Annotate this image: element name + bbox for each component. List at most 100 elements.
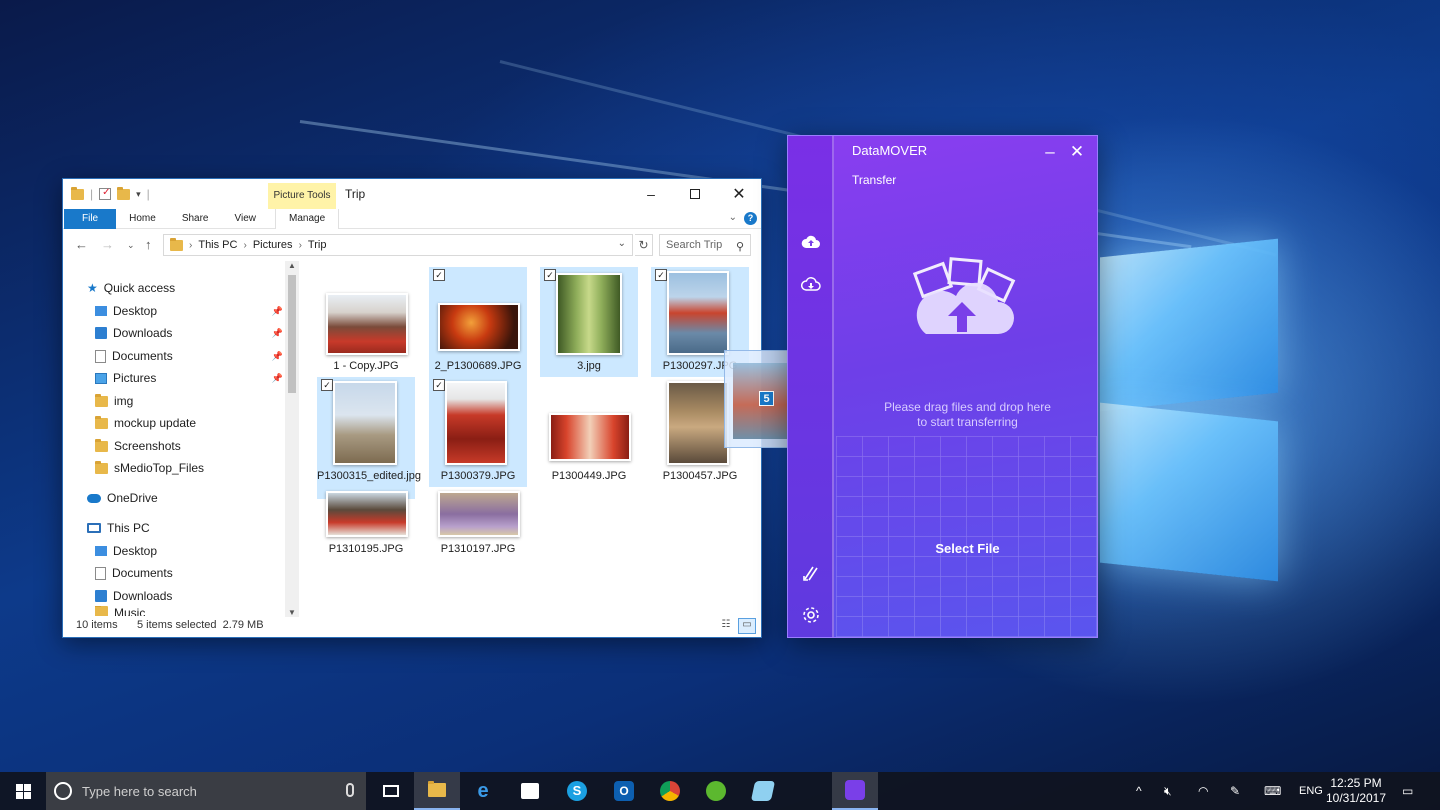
file-name: 1 - Copy.JPG [333, 360, 399, 372]
refresh-icon[interactable]: ↻ [635, 234, 653, 256]
new-folder-icon[interactable] [117, 186, 131, 200]
nav-label: Documents [112, 349, 173, 363]
file-tile[interactable]: ✓ P1300315_edited.jpg [317, 377, 421, 499]
file-tile[interactable]: ✓ P1300379.JPG [429, 377, 527, 487]
checkbox[interactable]: ✓ [544, 269, 556, 281]
taskbar-search-box[interactable]: Type here to search [46, 772, 366, 810]
up-arrow-icon[interactable]: ↑ [145, 237, 152, 252]
chevron-right-icon[interactable]: › [299, 240, 302, 251]
close-button[interactable]: ✕ [717, 179, 761, 209]
nav-item-desktop[interactable]: Desktop 📌 [95, 301, 283, 321]
search-input[interactable]: Search Trip ⚲ [659, 234, 751, 256]
photo-thumbnail [326, 491, 408, 537]
minimize-button[interactable]: – [1038, 142, 1062, 162]
nav-item-img[interactable]: img [95, 391, 315, 411]
datamover-sidebar [788, 136, 834, 637]
nav-pc-desktop[interactable]: Desktop [95, 541, 315, 561]
details-view-icon[interactable]: ☷ [717, 618, 735, 634]
properties-icon[interactable]: ✓ [99, 187, 112, 200]
select-file-button[interactable]: Select File [836, 541, 1097, 556]
skype-icon[interactable]: S [554, 772, 600, 810]
start-button[interactable] [0, 772, 46, 810]
file-explorer-taskbar-icon[interactable] [414, 772, 460, 810]
volume-muted-icon[interactable]: 🔇︎ [1164, 772, 1172, 810]
minimize-button[interactable]: – [629, 179, 673, 209]
forward-arrow-icon[interactable]: → [101, 237, 114, 252]
tab-home[interactable]: Home [116, 209, 169, 229]
nav-quick-access[interactable]: ★ Quick access [87, 278, 307, 298]
breadcrumb-pictures[interactable]: Pictures [253, 239, 293, 251]
checkbox[interactable]: ✓ [321, 379, 333, 391]
tab-file[interactable]: File [64, 208, 117, 229]
file-tile[interactable]: 1 - Copy.JPG [317, 267, 415, 377]
help-icon[interactable]: ? [744, 212, 757, 225]
breadcrumb-this-pc[interactable]: This PC [198, 239, 237, 251]
file-tile[interactable]: P1310197.JPG [429, 487, 527, 597]
customize-toolbar-icon[interactable]: ▾ [136, 189, 141, 200]
checkbox[interactable]: ✓ [433, 379, 445, 391]
file-list: 1 - Copy.JPG ✓ 2_P1300689.JPG ✓ 3.jpg ✓ … [303, 261, 759, 616]
task-view-icon[interactable] [368, 772, 414, 810]
language-indicator[interactable]: ENG [1299, 772, 1323, 810]
nav-item-downloads[interactable]: Downloads 📌 [95, 323, 283, 343]
folder-icon [95, 393, 108, 407]
nav-scrollbar[interactable]: ▲ ▼ [285, 261, 299, 617]
nav-pc-downloads[interactable]: Downloads [95, 586, 315, 606]
nav-onedrive[interactable]: OneDrive [87, 488, 307, 508]
pen-icon[interactable]: ✎ [1230, 772, 1240, 810]
cloud-upload-icon[interactable] [800, 234, 822, 256]
nav-label: Documents [112, 566, 173, 580]
checkbox[interactable]: ✓ [655, 269, 667, 281]
nav-item-screenshots[interactable]: Screenshots [95, 436, 315, 456]
expand-ribbon-icon[interactable]: ⌄ [729, 212, 737, 223]
gear-icon[interactable] [800, 605, 822, 627]
scroll-up-icon[interactable]: ▲ [288, 261, 296, 270]
nav-this-pc[interactable]: This PC [87, 518, 307, 538]
perspective-grid [836, 436, 1097, 637]
file-tile[interactable]: ✓ 3.jpg [540, 267, 638, 377]
nav-item-smediotop-files[interactable]: sMedioTop_Files [95, 458, 315, 478]
tab-manage[interactable]: Manage [275, 208, 340, 229]
file-tile[interactable]: P1300449.JPG [540, 377, 638, 487]
large-icons-view-icon[interactable]: ▭ [738, 618, 756, 634]
green-app-icon[interactable] [693, 772, 739, 810]
close-button[interactable]: ✕ [1065, 142, 1089, 162]
scroll-thumb[interactable] [288, 275, 296, 393]
windows-logo-icon [15, 783, 31, 799]
edge-icon[interactable]: e [460, 772, 506, 810]
action-center-icon[interactable]: ▭ [1402, 772, 1413, 810]
transfer-link-icon[interactable] [800, 563, 822, 585]
breadcrumb-trip[interactable]: Trip [308, 239, 327, 251]
drop-instructions: Please drag files and drop here to start… [836, 400, 1097, 430]
folder-icon [170, 237, 183, 251]
touch-keyboard-icon[interactable]: ⌨ [1264, 772, 1281, 810]
address-bar[interactable]: › This PC › Pictures › Trip ⌄ [163, 234, 633, 256]
clock[interactable]: 12:25 PM 10/31/2017 [1324, 776, 1388, 806]
quick-access-toolbar: | ✓ ▾ | [71, 186, 150, 201]
chevron-right-icon[interactable]: › [243, 240, 246, 251]
maximize-button[interactable] [673, 179, 717, 209]
tab-share[interactable]: Share [169, 209, 222, 229]
file-tile[interactable]: P1310195.JPG [317, 487, 415, 597]
wifi-icon[interactable]: ◠ [1198, 772, 1208, 810]
photo-thumbnail [667, 381, 729, 465]
microphone-icon[interactable] [346, 783, 354, 797]
chevron-right-icon[interactable]: › [189, 240, 192, 251]
checkbox[interactable]: ✓ [433, 269, 445, 281]
tab-view[interactable]: View [222, 209, 270, 229]
show-hidden-icons[interactable]: ^ [1136, 772, 1142, 810]
notes-app-icon[interactable] [740, 772, 786, 810]
chevron-down-icon[interactable]: ⌄ [618, 238, 626, 249]
nav-item-pictures[interactable]: Pictures 📌 [95, 368, 283, 388]
nav-item-documents[interactable]: Documents 📌 [95, 346, 283, 366]
nav-item-mockup-update[interactable]: mockup update [95, 413, 315, 433]
nav-pc-documents[interactable]: Documents [95, 563, 315, 583]
back-arrow-icon[interactable]: ← [75, 237, 88, 252]
store-icon[interactable] [507, 772, 553, 810]
chrome-icon[interactable] [647, 772, 693, 810]
cloud-download-icon[interactable] [800, 276, 822, 298]
datamover-taskbar-icon[interactable] [832, 772, 878, 810]
outlook-icon[interactable]: O [601, 772, 647, 810]
file-tile[interactable]: ✓ 2_P1300689.JPG [429, 267, 527, 377]
recent-locations-icon[interactable]: ⌄ [127, 240, 135, 251]
